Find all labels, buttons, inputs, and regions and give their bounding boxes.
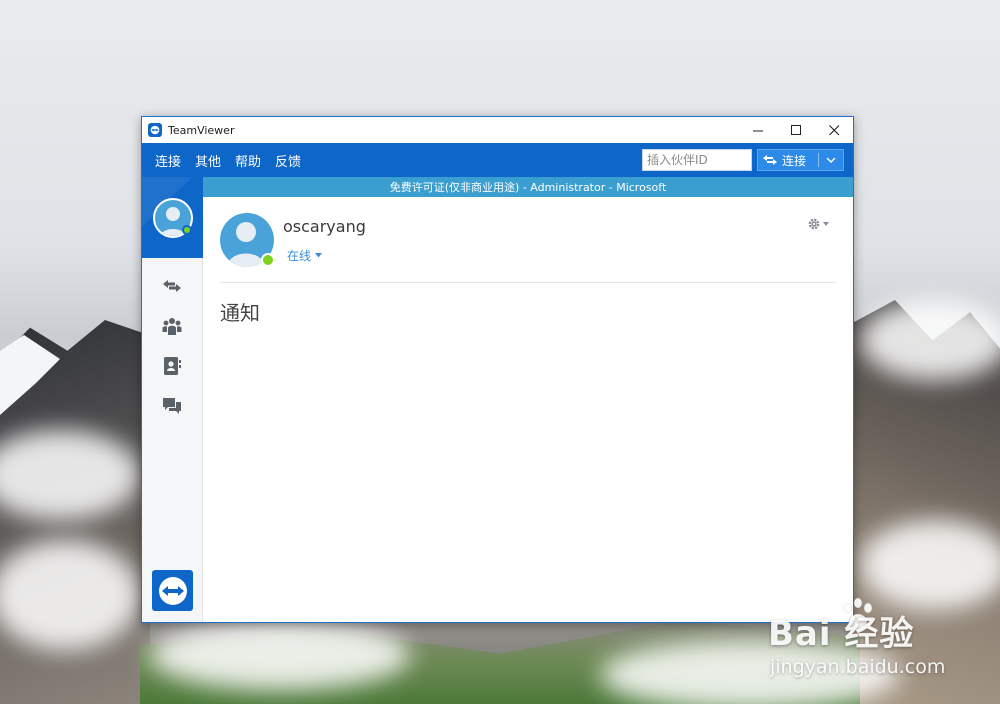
caret-down-icon bbox=[823, 222, 829, 226]
gear-icon bbox=[808, 218, 820, 230]
caret-down-icon bbox=[315, 253, 323, 258]
menu-connect[interactable]: 连接 bbox=[148, 151, 188, 170]
desktop-cloud bbox=[150, 620, 410, 690]
title-bar[interactable]: TeamViewer bbox=[142, 117, 853, 143]
chevron-down-icon[interactable] bbox=[819, 157, 843, 163]
connect-arrows-icon bbox=[758, 154, 782, 166]
chat-icon[interactable] bbox=[161, 396, 183, 416]
partner-id-input[interactable] bbox=[642, 149, 752, 171]
online-status-dot bbox=[261, 253, 275, 267]
main-panel: oscaryang 在线 通知 bbox=[203, 197, 853, 622]
close-button[interactable] bbox=[815, 117, 853, 143]
sidebar bbox=[142, 177, 203, 622]
remote-control-icon[interactable] bbox=[161, 276, 183, 296]
contacts-icon[interactable] bbox=[161, 356, 183, 376]
meeting-icon[interactable] bbox=[161, 316, 183, 336]
online-status-dot bbox=[182, 225, 192, 235]
desktop-cloud bbox=[860, 300, 1000, 380]
settings-menu[interactable] bbox=[807, 217, 829, 231]
sidebar-nav bbox=[142, 258, 202, 416]
window-title: TeamViewer bbox=[168, 123, 235, 137]
connect-label: 连接 bbox=[782, 153, 807, 168]
status-label: 在线 bbox=[287, 249, 312, 263]
divider bbox=[220, 282, 836, 283]
license-bar: 免费许可证(仅非商业用途) - Administrator - Microsof… bbox=[203, 177, 853, 197]
baidu-watermark: Bai 经验 jingyan.baidu.com bbox=[768, 596, 988, 686]
menu-bar: 连接 其他 帮助 反馈 连接 bbox=[142, 143, 853, 177]
username: oscaryang bbox=[283, 217, 366, 236]
profile-header: oscaryang 在线 bbox=[220, 213, 820, 269]
minimize-button[interactable] bbox=[739, 117, 777, 143]
teamviewer-window: TeamViewer 连接 其他 帮助 反馈 连接 bbox=[141, 116, 854, 623]
menu-feedback[interactable]: 反馈 bbox=[268, 151, 308, 170]
connect-button[interactable]: 连接 bbox=[757, 149, 844, 171]
menu-help[interactable]: 帮助 bbox=[228, 151, 268, 170]
teamviewer-logo-icon[interactable] bbox=[152, 570, 193, 611]
maximize-button[interactable] bbox=[777, 117, 815, 143]
status-dropdown[interactable]: 在线 bbox=[287, 247, 323, 264]
watermark-url: jingyan.baidu.com bbox=[770, 656, 946, 678]
sidebar-profile[interactable] bbox=[142, 177, 203, 258]
notifications-title: 通知 bbox=[220, 301, 260, 325]
menu-other[interactable]: 其他 bbox=[188, 151, 228, 170]
content-area: 免费许可证(仅非商业用途) - Administrator - Microsof… bbox=[142, 177, 853, 622]
teamviewer-logo-icon bbox=[148, 123, 162, 137]
watermark-brand: Bai 经验 bbox=[768, 614, 915, 654]
